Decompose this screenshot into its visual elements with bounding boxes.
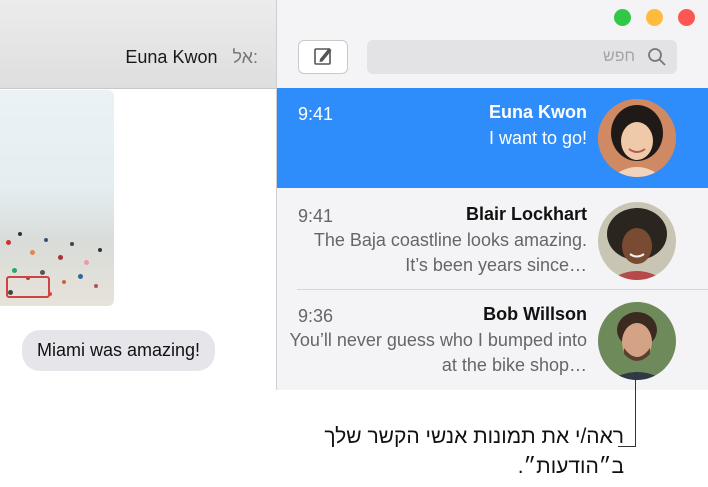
- zoom-button[interactable]: [614, 9, 631, 26]
- contact-name: Blair Lockhart: [465, 204, 587, 224]
- message-list-pane: 9:41 Euna Kwon I want to go! 9:41 Blair …: [276, 0, 708, 390]
- to-label: אל:: [232, 47, 259, 67]
- conversation-row-blair-lockhart[interactable]: 9:41 Blair Lockhart The Baja coastline l…: [277, 190, 708, 290]
- message-bubble[interactable]: Miami was amazing!: [22, 330, 216, 371]
- lifeguard-stand: [6, 276, 50, 298]
- recipient-name: Euna Kwon: [125, 47, 218, 67]
- contact-photo: [598, 302, 676, 380]
- search-icon: [648, 48, 666, 66]
- callout-text: ראה/י את תמונות אנשי הקשר שלך ב״הודעות״.: [324, 425, 624, 478]
- messages-window: Euna Kwon אל: Miami was amazing! חפש 9:4…: [0, 0, 708, 390]
- message-preview: The Baja coastline looks amazing. It’s b…: [313, 230, 587, 275]
- message-preview: I want to go!: [488, 128, 587, 148]
- beach-photo-attachment[interactable]: [0, 90, 114, 306]
- message-time: 9:41: [298, 206, 334, 226]
- conversation-row-euna-kwon[interactable]: 9:41 Euna Kwon I want to go!: [277, 88, 708, 188]
- message-time: 9:36: [298, 306, 334, 326]
- minimize-button[interactable]: [646, 9, 663, 26]
- recipient-field[interactable]: Euna Kwon אל:: [125, 47, 258, 68]
- search-input[interactable]: [393, 47, 637, 67]
- contact-photo: [598, 202, 676, 280]
- message-preview: You’ll never guess who I bumped into at …: [289, 330, 587, 375]
- contact-name: Euna Kwon: [489, 102, 587, 122]
- search-field[interactable]: [367, 40, 677, 74]
- contact-name: Bob Willson: [483, 304, 587, 324]
- callout-line: [635, 372, 636, 447]
- close-button[interactable]: [678, 9, 695, 26]
- compose-button[interactable]: [298, 40, 348, 74]
- contact-photo: [598, 99, 676, 177]
- conversation-row-bob-willson[interactable]: 9:36 Bob Willson You’ll never guess who …: [277, 290, 708, 390]
- conversation-pane: Euna Kwon אל: Miami was amazing!: [0, 0, 276, 390]
- message-time: 9:41: [298, 104, 334, 124]
- conversation-header: Euna Kwon אל:: [0, 0, 276, 89]
- compose-icon: [314, 48, 332, 65]
